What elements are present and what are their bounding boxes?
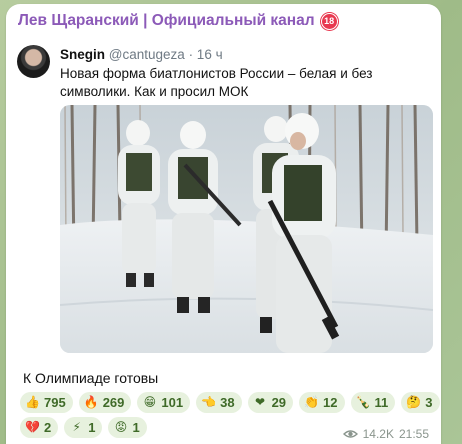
reaction-thinking-face[interactable]: 🤔 3 [401, 392, 440, 413]
message-caption: К Олимпиаде готовы [23, 370, 159, 386]
angry-face-icon: 😡 [114, 420, 128, 434]
reaction-broken-heart[interactable]: 💔 2 [20, 417, 59, 438]
view-count: 14.2K [362, 427, 394, 441]
tweet-author-handle[interactable]: @cantugeza [109, 47, 185, 62]
reaction-count: 1 [88, 420, 96, 435]
channel-header[interactable]: Лев Щаранский | Официальный канал 18 [18, 12, 338, 30]
reaction-grinning-face[interactable]: 😁 101 [137, 392, 191, 413]
reaction-pointing-hand[interactable]: 👈 38 [196, 392, 242, 413]
channel-message-bubble[interactable]: Лев Щаранский | Официальный канал 18 Sne… [6, 4, 441, 444]
reaction-angry-face[interactable]: 😡 1 [108, 417, 147, 438]
embedded-tweet[interactable]: Snegin @cantugeza · 16 ч Новая форма биа… [12, 40, 436, 363]
reaction-champagne[interactable]: 🍾 11 [350, 392, 396, 413]
tweet-author-name[interactable]: Snegin [60, 47, 105, 62]
broken-heart-icon: 💔 [25, 420, 40, 434]
age-restriction-badge: 18 [320, 12, 338, 30]
reaction-count: 2 [44, 420, 52, 435]
heart-icon: ❤ [255, 395, 266, 409]
reaction-lightning[interactable]: ⚡ 1 [64, 417, 103, 438]
message-meta: 14.2K 21:55 [342, 427, 429, 441]
reaction-fire[interactable]: 🔥 269 [78, 392, 132, 413]
clapping-hands-icon: 👏 [304, 395, 320, 409]
reaction-count: 29 [271, 395, 287, 410]
message-time: 21:55 [398, 427, 429, 441]
channel-name[interactable]: Лев Щаранский | Официальный канал [18, 12, 315, 30]
tweet-author-line: Snegin @cantugeza · 16 ч [60, 47, 223, 62]
tweet-author-avatar[interactable] [17, 45, 50, 78]
thumbs-up-icon: 👍 [25, 395, 40, 409]
tweet-text: Новая форма биатлонистов России – белая … [60, 66, 373, 99]
tweet-timestamp: · 16 ч [188, 47, 223, 62]
reaction-count: 795 [44, 395, 66, 410]
reaction-count: 38 [220, 395, 235, 410]
reaction-count: 101 [161, 395, 184, 410]
thinking-face-icon: 🤔 [406, 395, 422, 409]
reaction-count: 269 [102, 395, 125, 410]
reaction-count: 12 [323, 395, 338, 410]
views-eye-icon [342, 430, 358, 438]
reaction-count: 1 [132, 420, 140, 435]
tweet-photo[interactable] [60, 105, 433, 353]
reaction-count: 3 [425, 395, 433, 410]
fire-icon: 🔥 [83, 395, 99, 409]
lightning-icon: ⚡ [72, 420, 81, 434]
reaction-thumbs-up[interactable]: 👍 795 [20, 392, 73, 413]
pointing-hand-icon: 👈 [201, 395, 217, 409]
photo-snowy-forest-soldiers [60, 105, 433, 353]
reaction-heart[interactable]: ❤ 29 [247, 392, 294, 413]
reaction-clapping-hands[interactable]: 👏 12 [299, 392, 345, 413]
grinning-face-icon: 😁 [143, 395, 157, 409]
champagne-icon: 🍾 [355, 395, 371, 409]
reaction-count: 11 [374, 395, 389, 410]
